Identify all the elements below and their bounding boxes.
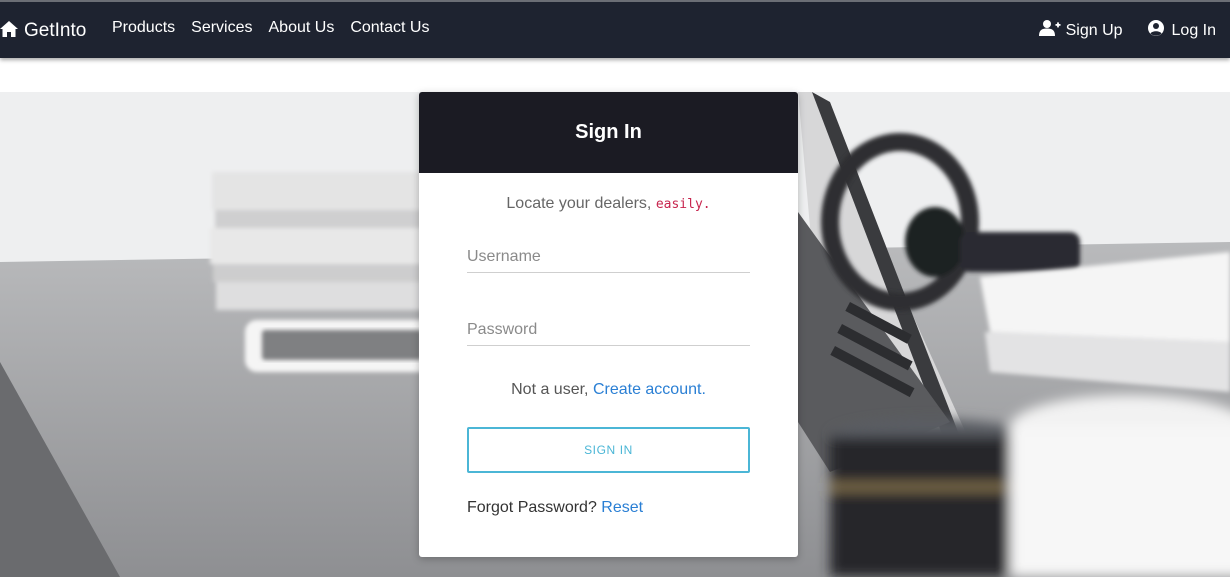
log-in-link[interactable]: Log In: [1145, 19, 1216, 42]
nav-links: Products Services About Us Contact Us: [112, 19, 429, 37]
sign-in-button[interactable]: SIGN IN: [467, 427, 750, 473]
sign-up-link[interactable]: Sign Up: [1038, 19, 1123, 42]
forgot-password-line: Forgot Password? Reset: [467, 499, 643, 517]
reset-password-link[interactable]: Reset: [601, 499, 643, 516]
tagline-text: Locate your dealers,: [506, 195, 656, 212]
password-input[interactable]: [467, 316, 750, 344]
nav-products[interactable]: Products: [112, 19, 175, 37]
create-account-line: Not a user, Create account.: [419, 381, 798, 399]
password-field-wrapper: [467, 316, 750, 346]
sign-up-label: Sign Up: [1065, 21, 1123, 39]
home-icon: [0, 20, 18, 43]
create-account-link[interactable]: Create account.: [593, 381, 706, 398]
tagline-code: easily.: [655, 197, 711, 212]
username-input[interactable]: [467, 243, 750, 271]
user-plus-icon: [1038, 19, 1061, 42]
log-in-label: Log In: [1171, 21, 1216, 39]
card-header: Sign In: [419, 92, 798, 173]
create-account-prefix: Not a user,: [511, 381, 593, 398]
sign-in-card: Sign In Locate your dealers, easily. Not…: [419, 92, 798, 557]
card-title: Sign In: [575, 121, 642, 143]
nav-services[interactable]: Services: [191, 19, 252, 37]
nav-contact-us[interactable]: Contact Us: [350, 19, 429, 37]
nav-account: Sign Up Log In: [1038, 19, 1216, 42]
brand-name: GetInto: [24, 20, 87, 41]
top-navbar: GetInto Products Services About Us Conta…: [0, 0, 1230, 58]
user-circle-icon: [1145, 19, 1167, 42]
username-field-wrapper: [467, 243, 750, 273]
brand-link[interactable]: GetInto: [0, 18, 86, 44]
nav-about-us[interactable]: About Us: [269, 19, 335, 37]
tagline: Locate your dealers, easily.: [419, 195, 798, 213]
forgot-password-prefix: Forgot Password?: [467, 499, 602, 516]
